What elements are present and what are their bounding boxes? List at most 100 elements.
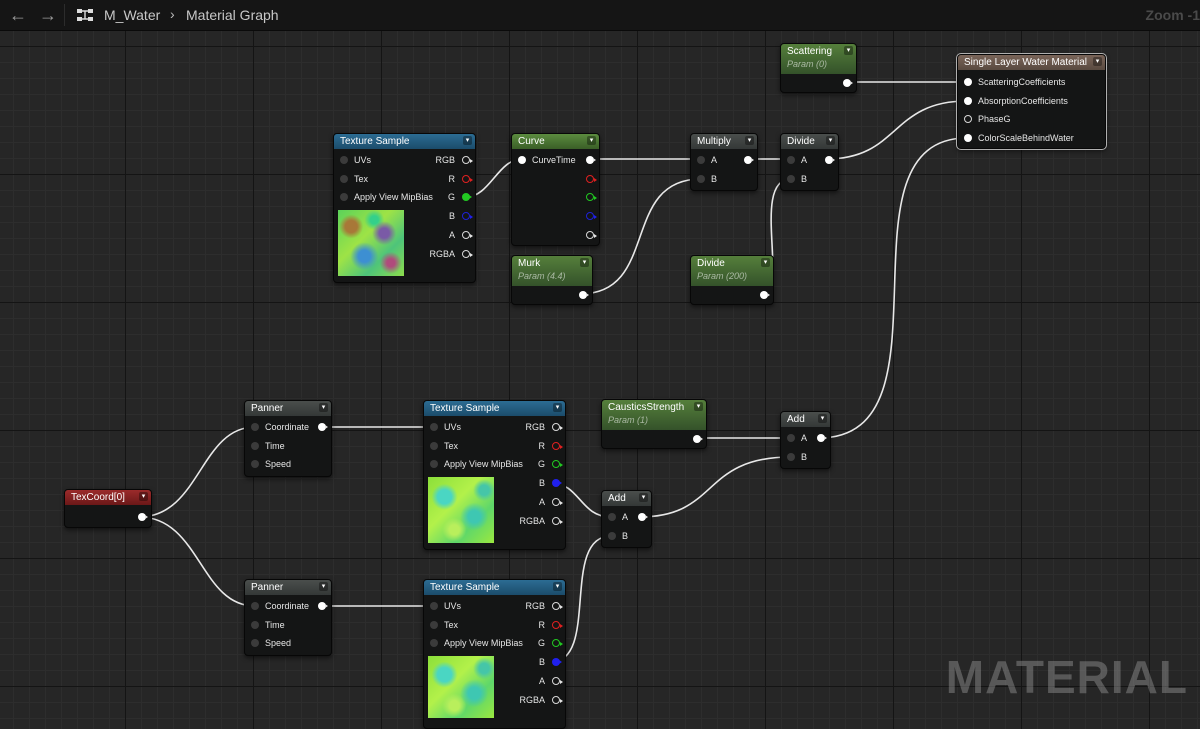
output-pin-r[interactable]: R [424,439,565,454]
texture-sample-node-2[interactable]: Texture Sample ▾ UVs Tex Apply View MipB… [423,400,566,550]
pin-icon[interactable] [787,175,795,183]
output-pin-icon[interactable] [318,602,328,610]
input-pin-a[interactable]: A [781,431,830,446]
add-node-2[interactable]: Add ▾ A B [601,490,652,548]
output-pin-g[interactable]: G [334,190,475,205]
pin-icon[interactable] [462,156,473,164]
pin-icon[interactable] [964,97,972,105]
output-pin-main[interactable] [512,153,599,168]
output-pin-r[interactable]: R [424,618,565,633]
collapse-chevron-icon[interactable]: ▾ [587,136,596,145]
output-pin-icon[interactable] [744,156,754,164]
collapse-chevron-icon[interactable]: ▾ [553,582,562,591]
collapse-chevron-icon[interactable]: ▾ [694,402,703,411]
texcoord-node[interactable]: TexCoord[0] ▾ [64,489,152,528]
node-header[interactable]: Curve ▾ [512,134,599,149]
murk-param-node[interactable]: Murk Param (4.4) ▾ [511,255,593,305]
pin-icon[interactable] [787,453,795,461]
multiply-node[interactable]: Multiply ▾ A B [690,133,758,191]
pin-icon[interactable] [552,677,563,685]
input-pin-b[interactable]: B [781,172,838,187]
pin-icon[interactable] [552,460,563,468]
input-pin-a[interactable]: A [602,510,651,525]
texture-sample-node-3[interactable]: Texture Sample ▾ UVs Tex Apply View MipB… [423,579,566,729]
collapse-chevron-icon[interactable]: ▾ [844,46,853,55]
output-pin[interactable] [512,288,592,303]
pin-icon[interactable] [586,212,597,220]
pin-icon[interactable] [697,156,705,164]
pin-icon[interactable] [251,460,259,468]
input-pin-coordinate[interactable]: Coordinate [245,599,331,614]
input-pin-speed[interactable]: Speed [245,457,331,472]
pin-icon[interactable] [579,291,589,299]
node-header[interactable]: Panner ▾ [245,580,331,595]
node-header[interactable]: Add ▾ [781,412,830,427]
pin-icon[interactable] [462,231,473,239]
pin-icon[interactable] [608,532,616,540]
node-header[interactable]: Add ▾ [602,491,651,506]
pin-icon[interactable] [251,621,259,629]
output-pin-r[interactable]: R [334,172,475,187]
node-header[interactable]: Murk Param (4.4) ▾ [512,256,592,286]
input-pin-b[interactable]: B [602,529,651,544]
input-pin-time[interactable]: Time [245,439,331,454]
pin-icon[interactable] [964,115,972,123]
pin-icon[interactable] [462,250,473,258]
pin-icon[interactable] [552,423,563,431]
pin-icon[interactable] [251,602,259,610]
collapse-chevron-icon[interactable]: ▾ [319,403,328,412]
node-header[interactable]: Texture Sample ▾ [424,401,565,416]
pin-icon[interactable] [760,291,770,299]
collapse-chevron-icon[interactable]: ▾ [319,582,328,591]
node-header[interactable]: Texture Sample ▾ [424,580,565,595]
add-node-1[interactable]: Add ▾ A B [780,411,831,469]
texture-sample-node-1[interactable]: Texture Sample ▾ UVs Tex Apply View MipB… [333,133,476,283]
pin-icon[interactable] [964,134,972,142]
pin-icon[interactable] [552,639,563,647]
pin-icon[interactable] [552,517,563,525]
pin-icon[interactable] [552,479,562,487]
pin-icon[interactable] [138,513,148,521]
collapse-chevron-icon[interactable]: ▾ [1093,57,1102,66]
collapse-chevron-icon[interactable]: ▾ [639,493,648,502]
pin-icon[interactable] [462,175,473,183]
node-header[interactable]: Panner ▾ [245,401,331,416]
pin-icon[interactable] [964,78,972,86]
output-pin-a[interactable] [512,228,599,243]
output-pin-icon[interactable] [817,434,827,442]
output-pin-g[interactable]: G [424,457,565,472]
node-header[interactable]: Single Layer Water Material ▾ [958,55,1105,70]
pin-icon[interactable] [552,696,563,704]
collapse-chevron-icon[interactable]: ▾ [553,403,562,412]
pin-icon[interactable] [552,442,563,450]
input-pin-a[interactable]: A [781,153,838,168]
collapse-chevron-icon[interactable]: ▾ [463,136,472,145]
pin-icon[interactable] [586,175,597,183]
output-pin-icon[interactable] [318,423,328,431]
node-header[interactable]: Scattering Param (0) ▾ [781,44,856,74]
divide-param-node[interactable]: Divide Param (200) ▾ [690,255,774,305]
input-pin-b[interactable]: B [781,450,830,465]
node-header[interactable]: CausticsStrength Param (1) ▾ [602,400,706,430]
node-header[interactable]: Divide ▾ [781,134,838,149]
node-header[interactable]: Texture Sample ▾ [334,134,475,149]
pin-icon[interactable] [787,156,795,164]
output-pin[interactable] [691,288,773,303]
input-pin-scattering[interactable]: ScatteringCoefficients [958,75,1105,90]
node-header[interactable]: Multiply ▾ [691,134,757,149]
panner-node-2[interactable]: Panner ▾ Coordinate Time Speed [244,579,332,656]
pin-icon[interactable] [787,434,795,442]
input-pin-time[interactable]: Time [245,618,331,633]
pin-icon[interactable] [586,156,596,164]
output-pin[interactable] [65,510,151,525]
output-pin[interactable] [781,76,856,91]
output-pin-rgb[interactable]: RGB [334,153,475,168]
collapse-chevron-icon[interactable]: ▾ [745,136,754,145]
input-pin-coordinate[interactable]: Coordinate [245,420,331,435]
caustics-strength-param-node[interactable]: CausticsStrength Param (1) ▾ [601,399,707,449]
pin-icon[interactable] [552,658,562,666]
node-header[interactable]: TexCoord[0] ▾ [65,490,151,505]
pin-icon[interactable] [552,498,563,506]
scattering-param-node[interactable]: Scattering Param (0) ▾ [780,43,857,93]
collapse-chevron-icon[interactable]: ▾ [139,492,148,501]
